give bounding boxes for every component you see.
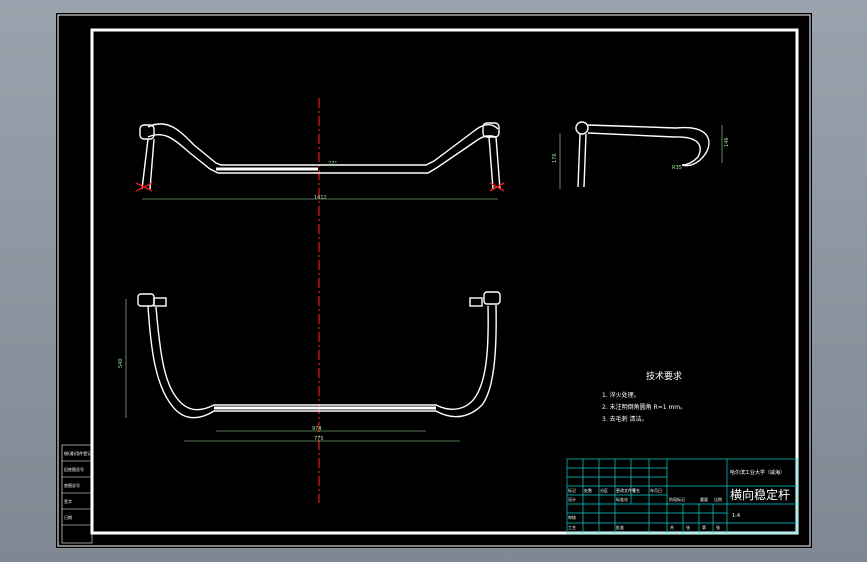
tb-row-approve: 批准 (616, 524, 624, 530)
front-overall-dim: 1412 (314, 195, 327, 201)
tb-field-weight: 重量 (700, 496, 708, 502)
tb-row-process: 工艺 (568, 525, 576, 530)
side-width-dim: 146 (724, 137, 730, 147)
drawing-title: 横向稳定杆 (730, 487, 790, 502)
stamp-4: 签字 (64, 498, 72, 504)
stamp-1: 借(通)用件登记 (64, 450, 91, 456)
outer-border (57, 14, 811, 547)
tb-header-3: 分区 (600, 487, 608, 493)
tb-header-1: 标记 (568, 487, 576, 493)
side-height-dim: 176 (552, 153, 558, 163)
drawing-canvas[interactable]: 1412 27° 176 146 R35 540 974 775 技术要求 1.… (56, 13, 812, 548)
stamp-5: 日期 (64, 514, 72, 520)
front-ends (135, 182, 505, 192)
tb-field-scale: 比例 (714, 496, 722, 502)
tb-header-2: 处数 (584, 487, 592, 493)
top-depth-dim: 540 (118, 358, 124, 368)
tech-heading: 技术要求 (646, 370, 682, 382)
tech-item-1: 1. 淬火处理。 (602, 391, 640, 399)
school-name: 哈尔滨工业大学（威海） (730, 469, 785, 476)
front-view (139, 122, 501, 190)
tb-sheet-2: 张 (686, 524, 690, 530)
tb-header-5: 签名 (632, 487, 640, 493)
top-inner-dim: 974 (312, 426, 322, 432)
tb-sheet-3: 第 (702, 524, 706, 530)
tech-item-3: 3. 去毛刺 清洁。 (602, 415, 648, 423)
tb-row-review: 审核 (568, 514, 576, 520)
front-angle-dim: 27° (328, 161, 337, 167)
scale-value: 1:4 (732, 513, 740, 519)
tb-sheet-4: 张 (716, 524, 720, 530)
left-stamp (61, 444, 93, 544)
tb-field-standard: 标准化 (616, 496, 628, 502)
cad-viewport[interactable]: 1412 27° 176 146 R35 540 974 775 技术要求 1.… (0, 0, 867, 562)
side-view (575, 121, 710, 188)
stamp-2: 旧底图总号 (64, 466, 84, 472)
tech-item-2: 2. 未注明倒角圆角 R=1 mm。 (602, 403, 686, 411)
side-radius-dim: R35 (672, 165, 682, 171)
tb-header-6: 年月日 (650, 487, 662, 493)
inner-border (90, 28, 799, 535)
stamp-3: 底图总号 (64, 482, 80, 488)
tb-field-stage: 阶段标记 (669, 496, 685, 502)
tb-sheet-1: 共 (670, 524, 674, 530)
drawing-sheet: 1412 27° 176 146 R35 540 974 775 技术要求 1.… (56, 13, 812, 548)
top-overall-dim: 775 (314, 436, 324, 442)
tb-row-design: 设计 (568, 496, 576, 502)
